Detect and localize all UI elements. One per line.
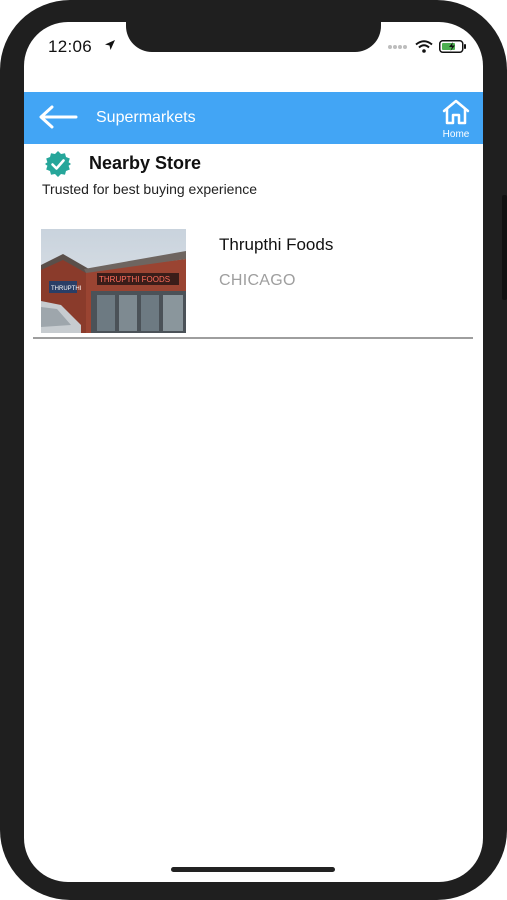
- svg-text:THRUPTHI: THRUPTHI: [51, 286, 82, 292]
- store-name: Thrupthi Foods: [219, 235, 334, 254]
- store-city: CHICAGO: [219, 272, 296, 289]
- home-button[interactable]: Home: [437, 98, 475, 142]
- page-title: Supermarkets: [96, 109, 196, 126]
- home-indicator[interactable]: [171, 867, 335, 872]
- home-icon: [442, 99, 470, 125]
- signal-dots-icon: [388, 44, 407, 49]
- device-notch: [126, 22, 381, 52]
- verified-badge-icon: [45, 151, 71, 177]
- store-list-item[interactable]: THRUPTHI THRUPTHI FOODS Thrupthi Foods C…: [33, 229, 473, 339]
- device-side-button: [502, 195, 507, 300]
- section-subtitle: Trusted for best buying experience: [42, 181, 258, 197]
- back-arrow-icon[interactable]: [38, 102, 78, 132]
- store-photo: THRUPTHI THRUPTHI FOODS: [41, 229, 186, 333]
- section-title: Nearby Store: [89, 153, 202, 173]
- store-sign-text: THRUPTHI FOODS: [99, 275, 170, 284]
- app-screen: 12:06 Supermarkets Home Nearby Store Tru…: [24, 22, 483, 882]
- battery-charging-icon: [439, 40, 466, 53]
- wifi-icon: [415, 40, 433, 53]
- navbar: Supermarkets Home: [24, 92, 483, 144]
- location-arrow-icon: [105, 40, 115, 50]
- status-time: 12:06: [48, 37, 93, 56]
- home-label: Home: [442, 129, 470, 140]
- list-divider: [33, 337, 473, 339]
- status-icons: [387, 40, 467, 53]
